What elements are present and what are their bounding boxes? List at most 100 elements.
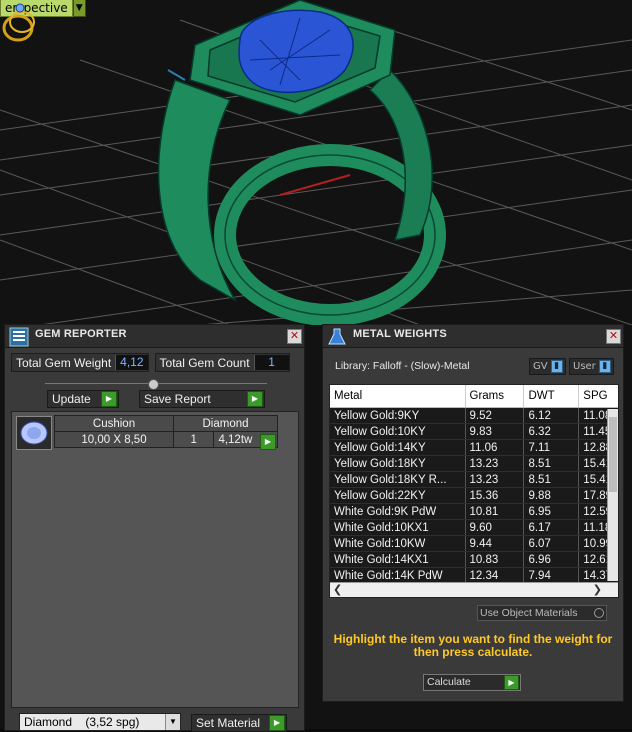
toggle-icon: ▮: [550, 360, 563, 373]
metal-name: Yellow Gold:22KY: [330, 487, 466, 504]
total-gem-weight-value: 4,12: [115, 355, 148, 370]
play-icon[interactable]: ▶: [260, 434, 276, 450]
metal-grams: 9.52: [465, 407, 525, 424]
total-gem-weight-label: Total Gem Weight: [16, 355, 112, 370]
metal-grams: 10.83: [465, 551, 525, 568]
save-report-label: Save Report: [144, 392, 211, 406]
cushion-gem-icon: [20, 421, 48, 445]
table-header-row: Metal Grams DWT SPG: [330, 385, 618, 408]
material-select-value: Diamond (3,52 spg): [24, 715, 140, 729]
toggle-icon: ▮: [598, 360, 611, 373]
gem-count: 1: [172, 431, 215, 448]
play-icon: ▶: [504, 675, 519, 690]
gv-toggle-label: GV: [533, 361, 548, 372]
table-row[interactable]: Yellow Gold:22KY 15.36 9.88 17.89: [330, 487, 618, 504]
metal-dwt: 9.88: [523, 487, 580, 504]
close-icon[interactable]: ✕: [287, 329, 302, 344]
total-gem-weight: Total Gem Weight 4,12: [11, 353, 149, 372]
scrollbar-thumb[interactable]: [609, 417, 617, 492]
material-select[interactable]: Diamond (3,52 spg) ▼: [19, 713, 181, 731]
metal-dwt: 6.95: [523, 503, 580, 520]
metal-name: Yellow Gold:14KY: [330, 439, 466, 456]
set-material-button[interactable]: Set Material ▶: [191, 714, 287, 732]
collapse-knob-icon[interactable]: [148, 379, 159, 390]
instruction-text: Highlight the item you want to find the …: [333, 632, 613, 659]
ring-icon[interactable]: [0, 0, 40, 44]
metal-dwt: 8.51: [523, 471, 580, 488]
user-toggle-label: User: [573, 361, 596, 372]
metal-weights-titlebar[interactable]: METAL WEIGHTS ✕: [323, 325, 623, 348]
table-row[interactable]: White Gold:10KX1 9.60 6.17 11.18: [330, 519, 618, 536]
update-label: Update: [52, 392, 91, 406]
metal-name: Yellow Gold:18KY R...: [330, 471, 466, 488]
metal-name: Yellow Gold:10KY: [330, 423, 466, 440]
metal-name: White Gold:10KW: [330, 535, 466, 552]
radio-icon[interactable]: [594, 608, 604, 618]
metal-grams: 9.83: [465, 423, 525, 440]
table-row[interactable]: Cushion Diamond: [54, 415, 278, 432]
metal-dwt: 6.32: [523, 423, 580, 440]
gem-shape: Cushion: [54, 415, 174, 432]
metal-table-container[interactable]: Metal Grams DWT SPG Yellow Gold:9KY 9.52 6…: [329, 384, 619, 598]
metal-grams: 13.23: [465, 471, 525, 488]
table-row[interactable]: 10,00 X 8,50 1 4,12tw: [54, 431, 278, 448]
table-row[interactable]: White Gold:10KW 9.44 6.07 10.99: [330, 535, 618, 552]
library-label: Library: Falloff - (Slow)-Metal: [335, 360, 470, 372]
calculate-label: Calculate: [427, 676, 471, 688]
metal-grams: 13.23: [465, 455, 525, 472]
column-header-spg[interactable]: SPG: [578, 385, 618, 408]
gem-reporter-panel: GEM REPORTER ✕ Total Gem Weight 4,12 Tot…: [4, 324, 305, 732]
flask-icon: [328, 328, 346, 345]
play-icon: ▶: [101, 391, 117, 407]
metal-table[interactable]: Metal Grams DWT SPG Yellow Gold:9KY 9.52 6…: [330, 385, 618, 584]
metal-grams: 15.36: [465, 487, 525, 504]
table-row[interactable]: Yellow Gold:14KY 11.06 7.11 12.88: [330, 439, 618, 456]
gem-table[interactable]: Cushion Diamond 10,00 X 8,50 1 4,12tw: [54, 415, 278, 448]
scroll-right-icon[interactable]: ❯: [593, 583, 602, 597]
metal-grams: 9.44: [465, 535, 525, 552]
use-object-materials-toggle[interactable]: Use Object Materials: [477, 605, 607, 621]
close-icon[interactable]: ✕: [606, 329, 621, 344]
collapse-separator[interactable]: [45, 379, 267, 390]
chevron-down-icon[interactable]: ▼: [165, 714, 180, 730]
metal-weights-title: METAL WEIGHTS: [353, 328, 447, 340]
metal-grams: 9.60: [465, 519, 525, 536]
gem-thumbnail[interactable]: [16, 416, 52, 450]
column-header-metal[interactable]: Metal: [330, 385, 466, 408]
table-row[interactable]: Yellow Gold:18KY 13.23 8.51 15.41: [330, 455, 618, 472]
gem-size: 10,00 X 8,50: [54, 431, 174, 448]
play-icon: ▶: [247, 391, 263, 407]
metal-dwt: 6.96: [523, 551, 580, 568]
metal-grams: 10.81: [465, 503, 525, 520]
metal-name: White Gold:9K PdW: [330, 503, 466, 520]
total-gem-count-value: 1: [253, 355, 289, 370]
table-row[interactable]: White Gold:9K PdW 10.81 6.95 12.59: [330, 503, 618, 520]
metal-dwt: 8.51: [523, 455, 580, 472]
metal-dwt: 6.12: [523, 407, 580, 424]
table-row[interactable]: White Gold:14KX1 10.83 6.96 12.61: [330, 551, 618, 568]
use-object-materials-label: Use Object Materials: [480, 607, 578, 619]
column-header-dwt[interactable]: DWT: [523, 385, 580, 408]
gem-reporter-icon: [9, 327, 29, 347]
ring-model: [157, 0, 446, 325]
calculate-button[interactable]: Calculate ▶: [423, 674, 521, 691]
horizontal-scrollbar[interactable]: ❮ ❯: [330, 582, 618, 597]
gem-list: Cushion Diamond 10,00 X 8,50 1 4,12tw ▶: [11, 411, 299, 708]
set-material-label: Set Material: [196, 716, 261, 730]
column-header-grams[interactable]: Grams: [465, 385, 525, 408]
gv-toggle[interactable]: GV ▮: [529, 358, 566, 375]
gem-reporter-titlebar[interactable]: GEM REPORTER ✕: [5, 325, 304, 348]
table-row[interactable]: Yellow Gold:18KY R... 13.23 8.51 15.41: [330, 471, 618, 488]
table-row[interactable]: Yellow Gold:9KY 9.52 6.12 11.08: [330, 407, 618, 424]
gem-material: Diamond: [173, 415, 278, 432]
chevron-down-icon[interactable]: ▼: [72, 0, 86, 17]
update-button[interactable]: Update ▶: [47, 390, 119, 408]
gem-reporter-title: GEM REPORTER: [35, 328, 127, 340]
table-row[interactable]: Yellow Gold:10KY 9.83 6.32 11.45: [330, 423, 618, 440]
metal-name: Yellow Gold:9KY: [330, 407, 466, 424]
user-toggle[interactable]: User ▮: [569, 358, 614, 375]
total-gem-count-label: Total Gem Count: [159, 355, 250, 370]
vertical-scrollbar[interactable]: [607, 409, 618, 581]
save-report-button[interactable]: Save Report ▶: [139, 390, 265, 408]
scroll-left-icon[interactable]: ❮: [333, 583, 342, 597]
